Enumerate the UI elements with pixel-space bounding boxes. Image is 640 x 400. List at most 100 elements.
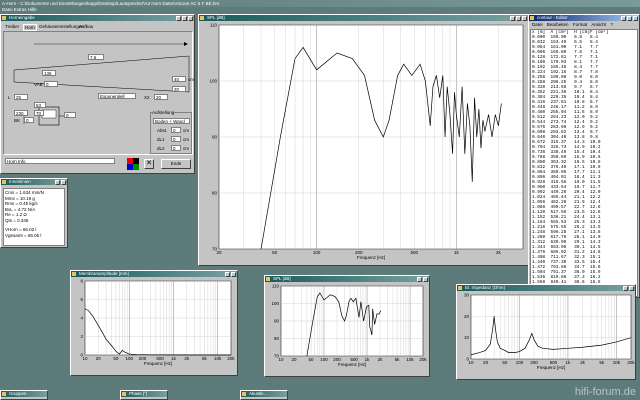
abst-input[interactable]: 0	[171, 127, 181, 133]
horn-name-input[interactable]: Horn Info	[5, 158, 115, 164]
bk-input[interactable]: 0	[24, 117, 34, 123]
spl-titlebar[interactable]: SPL [dB]	[199, 15, 528, 21]
y-tick-label: 80	[212, 191, 218, 196]
top-length-input[interactable]: 7.6	[88, 54, 104, 60]
tab-gehaeuse[interactable]: Gehäuseeinstellungen	[39, 24, 84, 29]
ende-button[interactable]: Ende	[161, 159, 191, 169]
spl-small-titlebar[interactable]: SPL [dB]	[265, 276, 429, 282]
minimized-window-1[interactable]: Gruppen	[0, 390, 48, 400]
spl-chart: 11010090807020 50 100 200 500 1k 2kFrequenz [H…	[209, 23, 524, 260]
y-tick-label: 20	[464, 314, 470, 319]
x-tick-label: 20	[96, 356, 102, 361]
app-menubar[interactable]: Datei Extras Hilfe	[0, 7, 640, 13]
color-green[interactable]	[133, 164, 139, 170]
menu-ansicht[interactable]: Ansicht	[591, 22, 606, 27]
app-titlebar[interactable]: A-Horn - C:\Dokumente und Einstellungen\…	[0, 0, 640, 7]
x-tick-label: 50	[309, 357, 315, 362]
minimize-icon[interactable]	[225, 271, 230, 277]
tab-treiber[interactable]: Treiber	[5, 24, 19, 29]
minimize-icon[interactable]	[417, 276, 422, 282]
app-menu[interactable]: Datei Extras Hilfe	[2, 7, 37, 12]
tab-horn[interactable]: Horn	[23, 24, 37, 31]
tab-aufbau[interactable]: Aufbau	[79, 24, 93, 29]
window-icon	[266, 277, 270, 281]
menu-format[interactable]: Format	[573, 22, 587, 27]
parameter-titlebar[interactable]: Innenlinien	[1, 179, 67, 185]
minimize-icon[interactable]	[176, 15, 181, 21]
spl-window[interactable]: SPL [dB] 110 100 90 80 70 20 50 100 200 500 1k 2k Fr…	[198, 14, 529, 266]
close-icon[interactable]	[61, 179, 66, 185]
contour-text-area[interactable]: x [m] A [cm²] H [cm]F [cm²] 0.000 150.00 …	[530, 29, 638, 297]
color-picker[interactable]	[127, 158, 139, 170]
close-icon[interactable]	[231, 271, 236, 277]
x-tick-label: 10k	[406, 357, 414, 362]
menu-datei[interactable]: Datei	[532, 22, 543, 27]
close-icon[interactable]	[423, 276, 428, 282]
b-input[interactable]: 230	[14, 110, 28, 116]
menu-help[interactable]: ?	[610, 22, 613, 27]
impedanz-window[interactable]: El. Impedanz [Ohm] 30 20 10 0 10 20 50 100 200 50…	[456, 284, 636, 380]
close-icon[interactable]	[633, 15, 638, 21]
parameter-window[interactable]: Innenlinien Cms = 1.634 mm/N Mms = 10.19…	[0, 178, 68, 248]
x-tick-label: 50	[272, 250, 278, 255]
maximize-icon[interactable]	[516, 15, 521, 21]
abst-label: Abst.	[157, 128, 168, 133]
contour-titlebar[interactable]: contour - Editor	[529, 15, 639, 21]
c-input[interactable]: 70	[34, 110, 44, 116]
x-tick-label: 2k	[496, 250, 502, 255]
delete-button[interactable]: ✕	[144, 159, 154, 169]
l-input[interactable]: 25	[14, 94, 28, 100]
horneingabe-titlebar[interactable]: Horneingabe	[1, 15, 194, 21]
y-tick-label: 100	[271, 301, 279, 306]
membran-titlebar[interactable]: Membranamplitude [mm]	[71, 271, 237, 277]
horn-type-select[interactable]: Exponentiell	[98, 93, 136, 99]
x-tick-label: 20k	[627, 360, 635, 365]
window-icon	[458, 286, 462, 290]
minimize-icon[interactable]	[621, 15, 626, 21]
contour-menubar: Datei Bearbeiten Format Ansicht ?	[530, 22, 638, 28]
close-icon[interactable]	[522, 15, 527, 21]
y-tick-label: 6	[80, 297, 83, 302]
aufstellung-select[interactable]: Boden + Wand	[153, 118, 190, 124]
window-icon	[2, 180, 6, 184]
d-input[interactable]: 0	[64, 112, 76, 118]
window-icon	[200, 16, 204, 20]
minimized-window-2[interactable]: Phase [°]	[120, 390, 168, 400]
x-tick-label: 5k	[202, 356, 208, 361]
mid-length-input[interactable]: 136	[42, 70, 56, 76]
spl-small-window[interactable]: SPL [dB] 110 100 90 80 70 10 20 50 100 200 500 1k 2k…	[264, 275, 430, 377]
horneingabe-window[interactable]: Horneingabe Treiber Horn Gehäuseeinstell…	[0, 14, 195, 174]
x-tick-label: 100	[313, 250, 321, 255]
impedanz-chart: 302010010 20 50 100 200 500 1k 2k 5k 10k 20kFreque…	[464, 293, 635, 370]
impedanz-titlebar[interactable]: El. Impedanz [Ohm]	[457, 285, 635, 291]
spl-small-title: SPL [dB]	[273, 276, 291, 281]
dl1-unit: cm	[183, 137, 189, 142]
bk-label: BK	[14, 118, 21, 123]
dl1-input[interactable]: 0	[171, 136, 181, 142]
vab-input[interactable]: 0	[44, 81, 58, 87]
window-icon	[72, 272, 76, 276]
a-input[interactable]: 63	[34, 102, 46, 108]
membran-window[interactable]: Membranamplitude [mm] 8 6 4 2 0 10 20 50 100 200 5…	[70, 270, 238, 376]
x-tick-label: 500	[411, 250, 419, 255]
horn-panel: 7.6 136 VAB 0 40 20 cm Exponentiell L 25…	[3, 31, 194, 155]
minimize-icon[interactable]	[510, 15, 515, 21]
minimized-window-3[interactable]: Akustik...	[240, 390, 288, 400]
x-tick-label: 20	[483, 360, 489, 365]
minimize-icon[interactable]	[55, 179, 60, 185]
close-icon[interactable]	[629, 285, 634, 291]
menu-bearbeiten[interactable]: Bearbeiten	[547, 22, 569, 27]
y-tick-label: 110	[272, 284, 280, 289]
maximize-icon[interactable]	[182, 15, 187, 21]
membran-chart: 8642010 20 50 100 200 500 1k 2k 5k 10k 20kFrequenz…	[80, 279, 235, 366]
x-input[interactable]: 20	[154, 94, 168, 100]
s2-input[interactable]: 20	[172, 86, 186, 92]
s1-input[interactable]: 40	[172, 76, 186, 82]
contour-table: x [m] A [cm²] H [cm]F [cm²] 0.000 150.00 …	[531, 30, 637, 290]
minimize-icon[interactable]	[623, 285, 628, 291]
window-icon	[2, 392, 6, 396]
contour-editor-window[interactable]: contour - Editor Datei Bearbeiten Format…	[528, 14, 640, 298]
close-icon[interactable]	[188, 15, 193, 21]
dl2-input[interactable]: 0	[171, 145, 181, 151]
maximize-icon[interactable]	[627, 15, 632, 21]
